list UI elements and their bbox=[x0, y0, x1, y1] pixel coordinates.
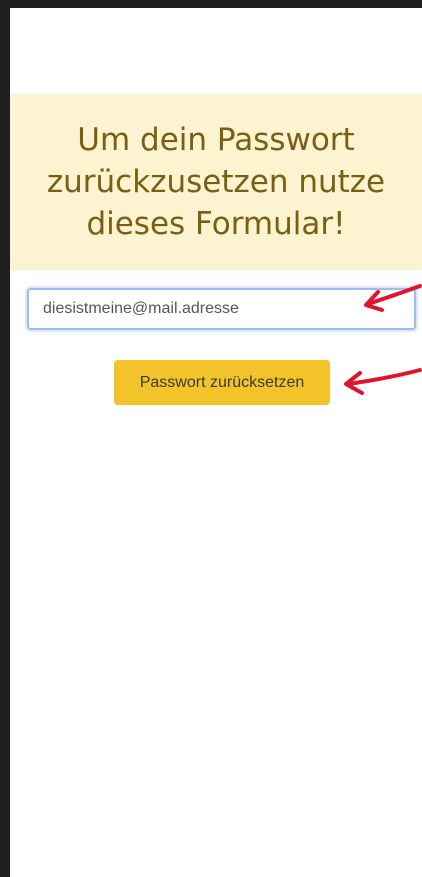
heading-banner: Um dein Passwort zurückzusetzen nutze di… bbox=[10, 94, 422, 270]
annotation-arrow-icon bbox=[364, 284, 422, 312]
reset-password-button[interactable]: Passwort zurücksetzen bbox=[114, 360, 330, 405]
page-title: Um dein Passwort zurückzusetzen nutze di… bbox=[46, 122, 386, 242]
page-content: Um dein Passwort zurückzusetzen nutze di… bbox=[10, 8, 422, 877]
window-frame-top bbox=[0, 0, 422, 8]
annotation-arrow-icon bbox=[344, 368, 422, 395]
window-frame-left bbox=[0, 0, 10, 877]
